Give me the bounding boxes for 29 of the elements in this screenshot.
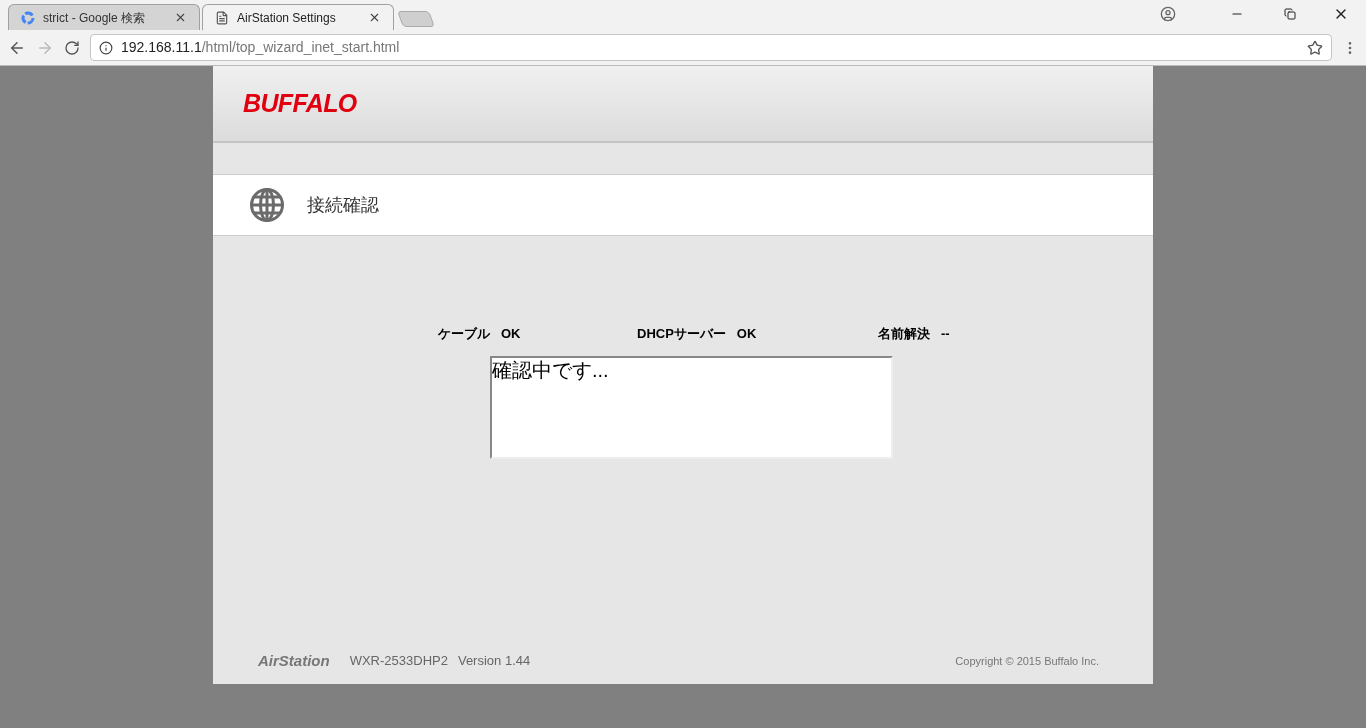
status-value: -- bbox=[941, 325, 950, 343]
restore-icon[interactable] bbox=[1284, 8, 1296, 20]
close-tab-icon[interactable] bbox=[174, 11, 187, 24]
document-icon bbox=[215, 10, 229, 25]
copyright-text: Copyright © 2015 Buffalo Inc. bbox=[955, 653, 1099, 669]
url-text: 192.168.11.1/html/top_wizard_inet_start.html bbox=[121, 38, 400, 57]
status-label: 名前解決 bbox=[878, 325, 930, 343]
info-icon bbox=[99, 40, 113, 55]
google-logo-icon bbox=[21, 10, 35, 25]
status-log-area[interactable]: 確認中です... bbox=[490, 355, 893, 459]
tab-title: strict - Google 検索 bbox=[43, 9, 147, 27]
model-name: WXR-2533DHP2 bbox=[349, 652, 448, 671]
airstation-logo: AirStation bbox=[258, 650, 330, 671]
bookmark-star-icon[interactable] bbox=[1307, 39, 1323, 56]
status-value: OK bbox=[501, 325, 521, 343]
section-title: 接続確認 bbox=[307, 193, 379, 217]
version-text: Version 1.44 bbox=[457, 652, 531, 671]
browser-tab[interactable]: AirStation Settings bbox=[202, 4, 394, 30]
status-value: OK bbox=[736, 325, 757, 343]
status-label: DHCPサーバー bbox=[637, 325, 726, 343]
globe-icon bbox=[249, 187, 285, 223]
browser-tab[interactable]: strict - Google 検索 bbox=[8, 4, 200, 30]
profile-icon[interactable] bbox=[1160, 6, 1176, 22]
close-tab-icon[interactable] bbox=[368, 11, 381, 24]
tab-title: AirStation Settings bbox=[237, 9, 337, 27]
address-bar[interactable]: 192.168.11.1/html/top_wizard_inet_start.html bbox=[90, 34, 1332, 61]
reload-icon[interactable] bbox=[64, 39, 80, 56]
logo: BUFFALO bbox=[243, 87, 357, 119]
status-label: ケーブル bbox=[438, 325, 490, 343]
